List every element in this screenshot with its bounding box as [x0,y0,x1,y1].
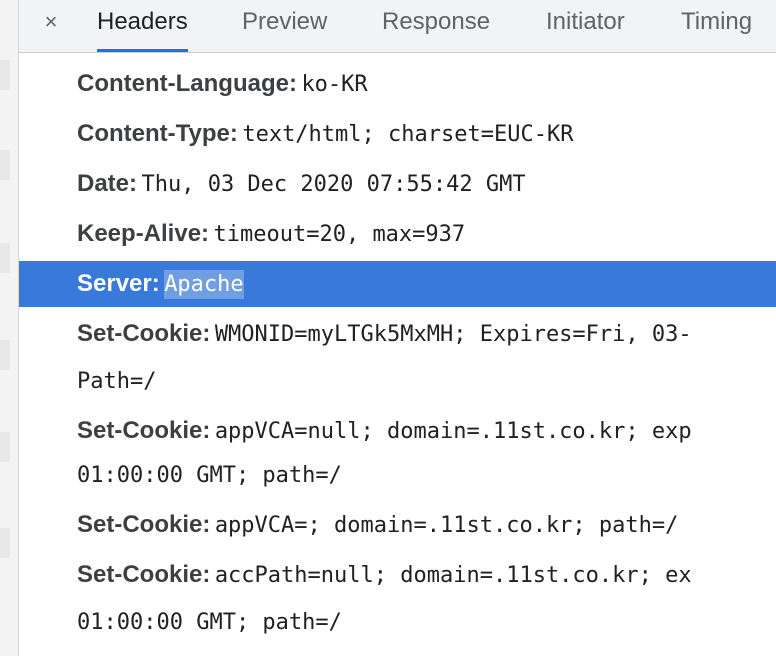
header-row[interactable]: Set-Cookie: WMONID=myLTGk5MxMH; Expires=… [19,311,776,357]
header-row[interactable]: Content-Type: text/html; charset=EUC-KR [19,111,776,157]
tab-timing[interactable]: Timing [681,0,752,50]
header-row[interactable]: Set-Cookie: appVCA=; domain=.11st.co.kr;… [19,502,776,548]
header-value-continuation: Path=/ [77,369,157,394]
tab-preview[interactable]: Preview [242,0,327,50]
header-row[interactable]: Content-Language: ko-KR [19,61,776,107]
header-row[interactable]: Set-Cookie: accPath=null; domain=.11st.c… [19,552,776,598]
response-headers-list: Content-Language: ko-KR Content-Type: te… [19,53,776,656]
header-name: Keep-Alive: [77,220,210,247]
gutter-mark [0,340,10,370]
gutter-mark [0,150,10,180]
gutter-mark [0,60,10,90]
tab-headers[interactable]: Headers [97,0,188,52]
header-row[interactable]: Date: Thu, 03 Dec 2020 07:55:42 GMT [19,161,776,207]
close-icon[interactable]: × [41,8,61,36]
header-value-continuation: 01:00:00 GMT; path=/ [77,610,342,635]
header-value: appVCA=null; domain=.11st.co.kr; exp [214,419,692,444]
header-name: Server: [77,270,160,297]
header-value-continuation: 01:00:00 GMT; path=/ [77,463,342,488]
header-name: Date: [77,170,138,197]
header-row[interactable]: Keep-Alive: timeout=20, max=937 [19,211,776,257]
header-value: ko-KR [301,72,368,97]
header-row[interactable]: Set-Cookie: appVCA=null; domain=.11st.co… [19,408,776,454]
header-row-selected[interactable]: Server: Apache [19,261,776,307]
left-panel-edge [0,0,19,656]
header-value: appVCA=; domain=.11st.co.kr; path=/ [214,513,679,538]
header-name: Set-Cookie: [77,561,211,588]
tab-initiator[interactable]: Initiator [546,0,625,50]
gutter-mark [0,243,10,273]
header-value: text/html; charset=EUC-KR [242,122,574,147]
gutter-mark [0,528,10,558]
tab-response[interactable]: Response [382,0,490,50]
gutter-mark [0,432,10,462]
header-value: timeout=20, max=937 [213,222,466,247]
header-value: Thu, 03 Dec 2020 07:55:42 GMT [141,172,526,197]
header-name: Content-Type: [77,120,238,147]
header-name: Set-Cookie: [77,511,211,538]
header-name: Content-Language: [77,70,297,97]
header-name: Set-Cookie: [77,417,211,444]
header-value-selected: Apache [164,270,244,299]
devtools-tab-bar: × Headers Preview Response Initiator Tim… [19,0,776,53]
header-name: Set-Cookie: [77,320,211,347]
header-value: WMONID=myLTGk5MxMH; Expires=Fri, 03- [214,322,692,347]
header-value: accPath=null; domain=.11st.co.kr; ex [214,563,692,588]
